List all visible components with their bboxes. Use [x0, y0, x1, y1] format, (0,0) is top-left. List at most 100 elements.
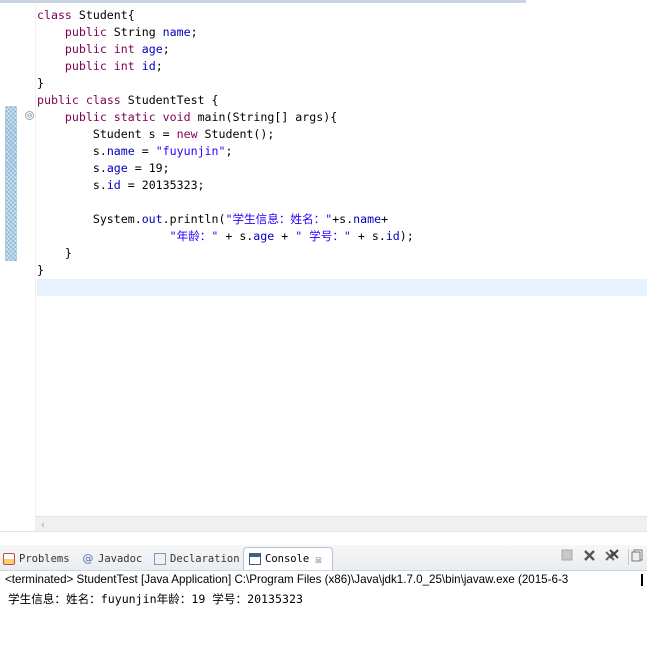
panel-separator — [0, 531, 647, 545]
close-console-tab-icon[interactable]: ☒ — [315, 553, 322, 566]
code-line[interactable]: } — [37, 262, 647, 279]
code-text: Student(); — [197, 127, 275, 141]
tab-declaration-label: Declaration — [170, 553, 240, 565]
code-text: .println( — [162, 212, 226, 226]
tab-javadoc[interactable]: @ Javadoc — [82, 549, 143, 569]
code-field: name — [106, 144, 135, 158]
code-line[interactable]: s.id = 20135323; — [37, 177, 647, 194]
code-line[interactable]: public String name; — [37, 24, 647, 41]
code-field: name — [353, 212, 382, 226]
code-text: String — [106, 25, 163, 39]
code-keyword: void — [162, 110, 191, 124]
code-line[interactable]: } — [37, 75, 647, 92]
code-field: id — [141, 59, 156, 73]
code-line[interactable]: s.name = "fuyunjin"; — [37, 143, 647, 160]
code-string: " 学号：" — [295, 229, 351, 243]
remove-launch-icon[interactable] — [581, 549, 597, 565]
clear-console-icon[interactable] — [628, 549, 645, 565]
code-text: ; — [190, 25, 198, 39]
code-text: + s. — [350, 229, 386, 243]
terminate-icon[interactable] — [559, 549, 575, 565]
code-line[interactable]: public class StudentTest { — [37, 92, 647, 109]
code-line[interactable]: public int age; — [37, 41, 647, 58]
code-string: "学生信息：姓名：" — [225, 212, 333, 226]
code-text: ; — [155, 59, 163, 73]
code-field: age — [141, 42, 163, 56]
code-keyword: public — [64, 110, 107, 124]
code-text: } — [37, 76, 44, 90]
code-keyword: int — [113, 42, 135, 56]
java-editor[interactable]: ⊖ class Student{ public String name; pub… — [0, 3, 647, 534]
problems-icon — [3, 553, 15, 565]
console-text-cursor — [641, 574, 643, 586]
code-text: s. — [37, 144, 107, 158]
code-line[interactable]: } — [37, 245, 647, 262]
code-text: +s. — [332, 212, 354, 226]
console-output-line[interactable]: 学生信息：姓名：fuyunjin年龄：19 学号：20135323 — [8, 591, 647, 607]
code-field: id — [385, 229, 400, 243]
tab-console[interactable]: Console ☒ — [243, 547, 333, 570]
code-line[interactable]: public int id; — [37, 58, 647, 75]
code-line[interactable]: "年龄：" + s.age + " 学号：" + s.id); — [37, 228, 647, 245]
code-text: ; — [225, 144, 233, 158]
code-field: name — [162, 25, 191, 39]
code-text: s. — [37, 161, 107, 175]
code-keyword: int — [113, 59, 135, 73]
code-string: "年龄：" — [169, 229, 219, 243]
code-field: out — [141, 212, 163, 226]
code-area[interactable]: class Student{ public String name; publi… — [37, 7, 647, 296]
javadoc-icon: @ — [82, 552, 94, 565]
code-text: ; — [162, 42, 170, 56]
fold-collapse-icon[interactable]: ⊖ — [25, 111, 34, 120]
code-line[interactable]: System.out.println("学生信息：姓名："+s.name+ — [37, 211, 647, 228]
tab-console-label: Console — [265, 553, 310, 565]
code-keyword: class — [37, 8, 72, 22]
code-text: = — [134, 144, 156, 158]
code-line[interactable]: public static void main(String[] args){ — [37, 109, 647, 126]
code-text: + — [274, 229, 296, 243]
console-icon — [249, 553, 261, 565]
code-text: StudentTest { — [120, 93, 219, 107]
code-line[interactable] — [37, 194, 647, 211]
code-text: = 19; — [127, 161, 170, 175]
code-keyword: public — [64, 25, 107, 39]
code-keyword: public — [64, 59, 107, 73]
code-text: s. — [37, 178, 107, 192]
code-text: Student s = — [37, 127, 177, 141]
code-keyword: static — [113, 110, 156, 124]
scroll-left-arrow-icon[interactable]: ‹ — [38, 518, 48, 532]
tab-problems-label: Problems — [19, 553, 70, 565]
code-line[interactable] — [37, 279, 647, 296]
code-line[interactable]: Student s = new Student(); — [37, 126, 647, 143]
code-line[interactable]: s.age = 19; — [37, 160, 647, 177]
code-text: + s. — [218, 229, 254, 243]
console-process-label: <terminated> StudentTest [Java Applicati… — [5, 573, 569, 586]
code-line[interactable]: class Student{ — [37, 7, 647, 24]
code-text: System. — [37, 212, 142, 226]
tab-javadoc-label: Javadoc — [98, 553, 143, 565]
code-string: "fuyunjin" — [155, 144, 226, 158]
tab-declaration[interactable]: Declaration — [154, 549, 240, 569]
declaration-icon — [154, 553, 166, 565]
code-keyword: class — [85, 93, 121, 107]
tab-problems[interactable]: Problems — [3, 549, 70, 569]
code-keyword: public — [64, 42, 107, 56]
remove-all-terminated-icon[interactable] — [603, 549, 619, 565]
code-text: = 20135323; — [120, 178, 205, 192]
quick-diff-change-bar — [5, 106, 17, 261]
code-field: age — [106, 161, 128, 175]
code-keyword: public — [37, 93, 79, 107]
bottom-panel-tabbar: Problems @ Javadoc Declaration Console ☒ — [0, 545, 647, 571]
